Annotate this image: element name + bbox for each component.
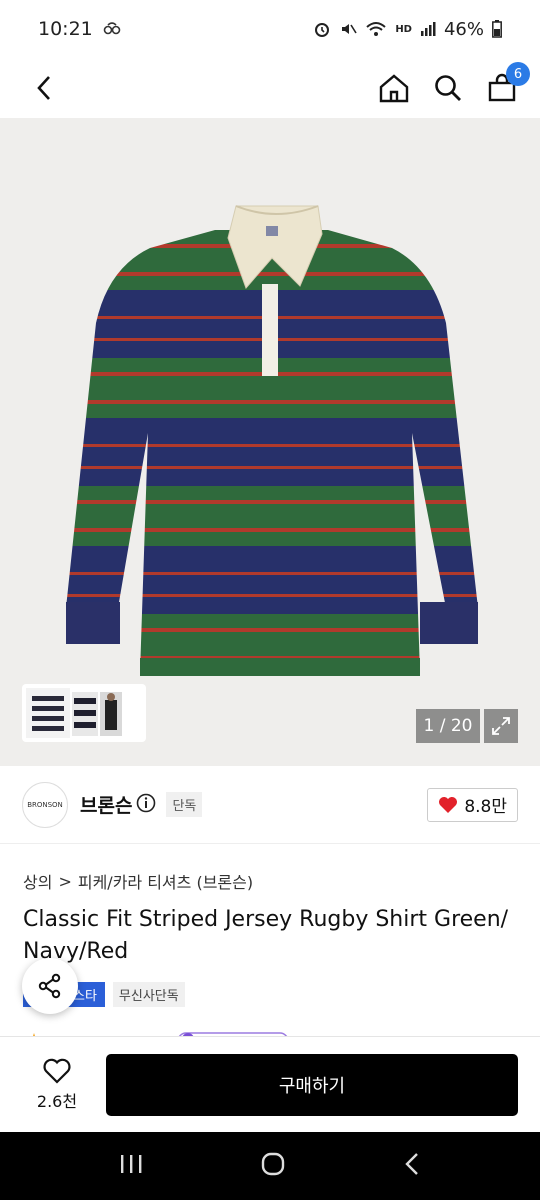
status-bar: 10:21 HD 46% xyxy=(0,0,540,58)
system-nav-bar xyxy=(0,1132,540,1200)
battery-icon xyxy=(492,20,502,38)
thumbnail-strip[interactable] xyxy=(22,684,146,742)
like-button[interactable]: 8.8만 xyxy=(427,787,518,822)
home-button[interactable] xyxy=(378,72,410,104)
recent-apps-icon xyxy=(120,1155,142,1173)
recent-apps-button[interactable] xyxy=(119,1153,143,1179)
battery-percent: 46% xyxy=(443,18,484,40)
signal-icon xyxy=(420,21,436,37)
search-button[interactable] xyxy=(432,72,464,104)
status-time: 10:21 xyxy=(38,18,93,40)
header-actions: 6 xyxy=(378,62,530,104)
status-left: 10:21 xyxy=(38,18,121,40)
fullscreen-button[interactable] xyxy=(484,709,518,743)
product-image xyxy=(66,205,478,676)
wifi-icon xyxy=(365,20,387,38)
brand-row: BRONSON 브론슨 단독 8.8만 xyxy=(0,766,540,844)
search-icon xyxy=(435,75,461,101)
image-counter: 1 / 20 xyxy=(416,709,480,743)
purchase-bar: 2.6천 구매하기 xyxy=(0,1036,540,1132)
breadcrumb-subcategory[interactable]: 피케/카라 티셔츠 (브론슨) xyxy=(78,869,253,893)
wishlist-button[interactable]: 2.6천 xyxy=(22,1058,92,1112)
status-right: HD 46% xyxy=(313,19,502,40)
back-button[interactable] xyxy=(28,72,60,104)
home-nav-button[interactable] xyxy=(260,1151,286,1181)
share-icon xyxy=(38,973,61,999)
heart-outline-icon xyxy=(43,1058,71,1084)
back-nav-icon xyxy=(405,1153,419,1175)
tag-musinsa-exclusive: 무신사단독 xyxy=(112,982,185,1007)
buy-button[interactable]: 구매하기 xyxy=(106,1053,518,1116)
share-button[interactable] xyxy=(22,958,78,1014)
brand-logo[interactable]: BRONSON xyxy=(22,781,68,828)
thumbnail-image[interactable] xyxy=(26,688,142,738)
mute-icon xyxy=(339,20,357,38)
brand-name[interactable]: 브론슨 xyxy=(80,791,132,818)
home-icon xyxy=(379,74,409,103)
brand-logo-text: BRONSON xyxy=(27,800,63,809)
alarm-icon xyxy=(313,20,331,38)
exclusive-tag: 단독 xyxy=(166,792,203,817)
product-title: Classic Fit Striped Jersey Rugby Shirt G… xyxy=(23,907,509,964)
breadcrumb-category[interactable]: 상의 xyxy=(23,869,52,893)
like-count: 8.8만 xyxy=(464,797,507,817)
home-circle-icon xyxy=(261,1152,285,1176)
back-arrow-icon xyxy=(37,76,50,100)
link-icon xyxy=(103,18,121,40)
product-image-gallery[interactable]: 1 / 20 xyxy=(0,118,540,766)
cart-button[interactable]: 6 xyxy=(486,62,530,104)
breadcrumb-separator: > xyxy=(58,871,72,891)
heart-filled-icon xyxy=(439,796,458,813)
back-nav-button[interactable] xyxy=(403,1151,421,1181)
info-icon[interactable] xyxy=(136,793,156,817)
app-header: 6 xyxy=(0,58,540,118)
hd-label: HD xyxy=(395,23,412,35)
cart-count-badge: 6 xyxy=(506,62,530,86)
expand-icon xyxy=(492,717,510,735)
wishlist-count: 2.6천 xyxy=(36,1091,78,1111)
breadcrumb: 상의 > 피케/카라 티셔츠 (브론슨) xyxy=(23,869,253,893)
rating-row-partial xyxy=(28,1026,298,1036)
